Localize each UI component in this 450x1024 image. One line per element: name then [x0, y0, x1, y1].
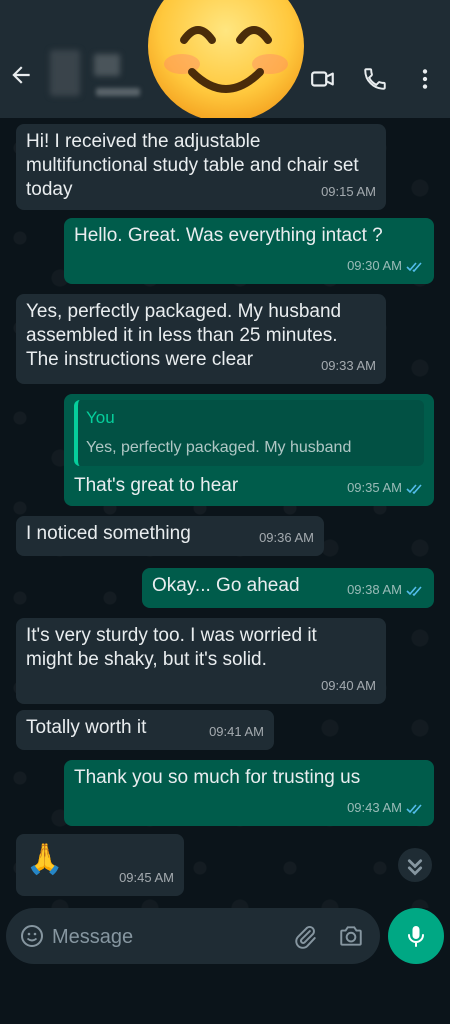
arrow-left-icon[interactable]: [8, 62, 34, 88]
chevron-double-down-icon: [407, 859, 423, 876]
camera-icon[interactable]: [338, 923, 364, 949]
message-time: 09:36 AM: [259, 530, 314, 545]
smiling-face-icon: [148, 0, 304, 120]
microphone-icon: [408, 926, 424, 947]
phone-icon[interactable]: [362, 66, 388, 92]
contact-status: [96, 88, 140, 96]
message-meta: 09:35 AM: [347, 476, 424, 500]
message-time: 09:41 AM: [209, 724, 264, 739]
message-meta: 09:43 AM: [347, 796, 424, 820]
chat-thread[interactable]: Hi! I received the adjustable multifunct…: [0, 118, 450, 908]
message-meta: 09:33 AM: [321, 354, 376, 378]
read-receipt-icon: [406, 585, 422, 596]
message-input[interactable]: [50, 918, 284, 956]
message-text: Hello. Great. Was everything intact ?: [74, 225, 383, 246]
chat-header: [0, 0, 450, 120]
message-time: 09:30 AM: [347, 258, 402, 273]
read-receipt-icon: [406, 261, 422, 272]
message-time: 09:33 AM: [321, 358, 376, 373]
voice-message-button[interactable]: [388, 908, 444, 964]
message-incoming[interactable]: Yes, perfectly packaged. My husband asse…: [16, 294, 386, 384]
message-meta: 09:38 AM: [347, 578, 424, 602]
message-incoming[interactable]: Totally worth it 09:41 AM: [16, 710, 274, 750]
message-outgoing[interactable]: Hello. Great. Was everything intact ? 09…: [64, 218, 434, 284]
message-meta: 09:45 AM: [119, 866, 174, 890]
quoted-message[interactable]: You Yes, perfectly packaged. My husband: [74, 400, 424, 466]
video-call-icon[interactable]: [310, 66, 336, 92]
message-meta: 09:30 AM: [347, 254, 424, 278]
message-meta: 09:36 AM: [259, 526, 314, 550]
message-time: 09:38 AM: [347, 582, 402, 597]
message-meta: 09:41 AM: [209, 720, 264, 744]
message-text: Hi! I received the adjustable multifunct…: [26, 131, 359, 200]
contact-name[interactable]: [94, 54, 120, 76]
message-time: 09:35 AM: [347, 480, 402, 495]
quote-text: Yes, perfectly packaged. My husband: [86, 439, 352, 456]
message-outgoing[interactable]: You Yes, perfectly packaged. My husband …: [64, 394, 434, 506]
message-incoming[interactable]: Hi! I received the adjustable multifunct…: [16, 124, 386, 210]
read-receipt-icon: [406, 803, 422, 814]
contact-avatar[interactable]: [50, 50, 80, 96]
message-incoming[interactable]: It's very sturdy too. I was worried it m…: [16, 618, 386, 704]
message-incoming[interactable]: 🙏 09:45 AM: [16, 834, 184, 896]
message-text: Thank you so much for trusting us: [74, 767, 361, 788]
message-meta: 09:15 AM: [321, 180, 376, 204]
message-time: 09:40 AM: [321, 678, 376, 693]
message-incoming[interactable]: I noticed something 09:36 AM: [16, 516, 324, 556]
message-text: It's very sturdy too. I was worried it m…: [26, 625, 317, 670]
message-outgoing[interactable]: Okay... Go ahead 09:38 AM: [142, 568, 434, 608]
read-receipt-icon: [406, 483, 422, 494]
message-composer: [6, 908, 380, 964]
message-time: 09:43 AM: [347, 800, 402, 815]
message-meta: 09:40 AM: [321, 674, 376, 698]
message-outgoing[interactable]: Thank you so much for trusting us 09:43 …: [64, 760, 434, 826]
system-nav-area: [0, 970, 450, 1024]
message-time: 09:15 AM: [321, 184, 376, 199]
more-vert-icon[interactable]: [412, 66, 438, 92]
paperclip-icon[interactable]: [292, 924, 318, 950]
emoji-icon[interactable]: [20, 924, 44, 948]
scroll-to-bottom-button[interactable]: [398, 848, 432, 882]
message-time: 09:45 AM: [119, 870, 174, 885]
message-text: Yes, perfectly packaged. My husband asse…: [26, 301, 342, 370]
quote-author: You: [86, 408, 115, 427]
